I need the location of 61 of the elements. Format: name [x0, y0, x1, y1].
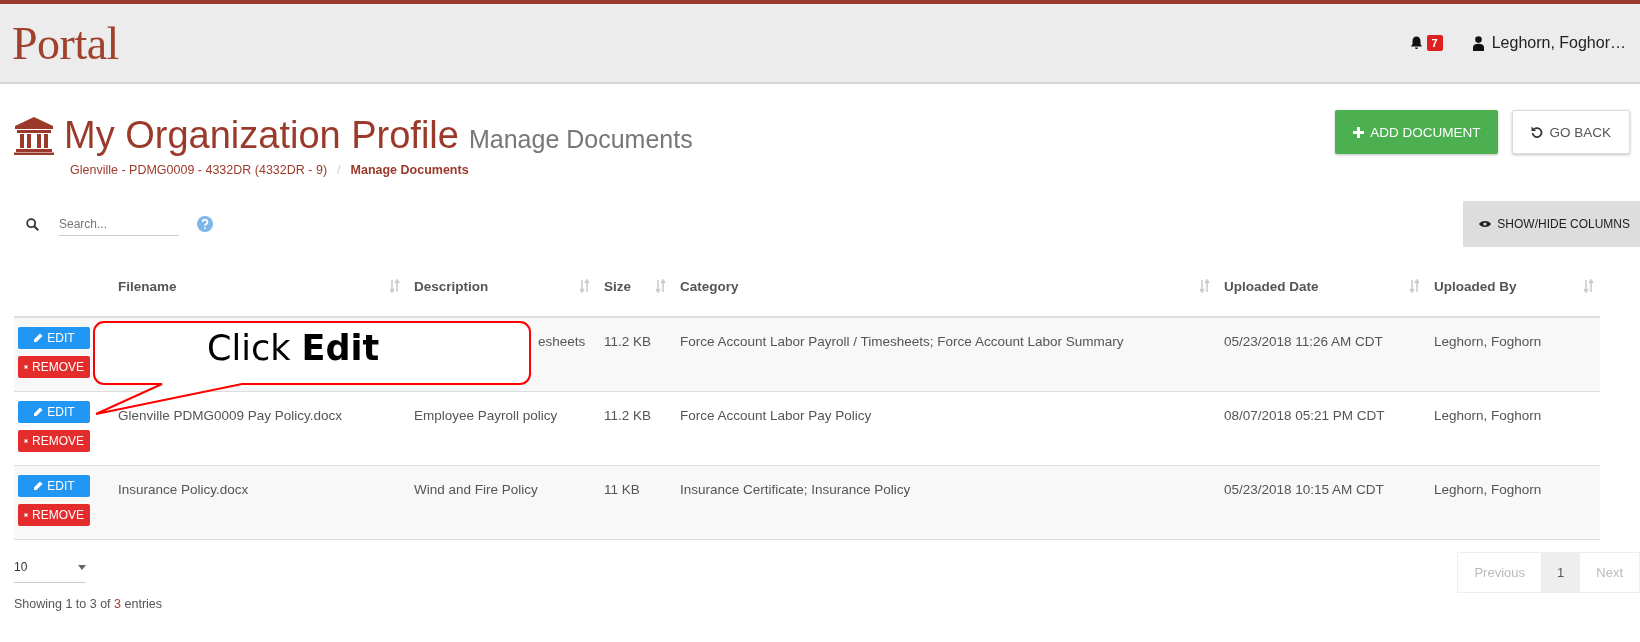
table-cell: esheets — [538, 334, 586, 349]
breadcrumb-item[interactable]: Manage Documents — [350, 163, 469, 177]
undo-icon — [1531, 126, 1544, 138]
table-cell: Force Account Labor Pay Policy — [680, 408, 872, 423]
page-button[interactable]: 1 — [1541, 553, 1581, 592]
table-cell: Leghorn, Foghorn — [1434, 408, 1542, 423]
page-subtitle: Manage Documents — [468, 125, 693, 154]
close-icon — [24, 511, 28, 519]
caret-icon — [78, 564, 86, 570]
table-cell: 05/23/2018 11:26 AM CDT — [1224, 334, 1383, 349]
column-header[interactable]: Uploaded By — [1434, 278, 1517, 294]
column-header[interactable]: Description — [414, 278, 489, 294]
column-header[interactable]: Size — [604, 278, 631, 294]
entries-info: Showing 1 to 3 of 3 entries — [14, 597, 163, 611]
breadcrumb-separator: / — [337, 163, 341, 177]
close-icon — [24, 363, 28, 371]
sort-icon[interactable] — [1410, 279, 1420, 293]
user-icon — [1472, 35, 1484, 51]
sort-icon[interactable] — [656, 279, 666, 293]
sort-icon[interactable] — [1584, 279, 1594, 293]
go-back-button[interactable]: GO BACK — [1512, 110, 1630, 154]
help-icon[interactable] — [197, 216, 213, 232]
table-cell: Leghorn, Foghorn — [1434, 482, 1542, 497]
remove-button[interactable]: REMOVE — [18, 430, 90, 452]
remove-button[interactable]: REMOVE — [18, 356, 90, 378]
sort-icon[interactable] — [1200, 279, 1210, 293]
search-icon — [26, 217, 39, 231]
table-cell: Leghorn, Foghorn — [1434, 334, 1542, 349]
table-cell: Wind and Fire Policy — [414, 482, 538, 497]
close-icon — [24, 437, 28, 445]
page-title: My Organization Profile — [64, 114, 459, 157]
table-cell: 05/23/2018 10:15 AM CDT — [1224, 482, 1384, 497]
breadcrumb-item[interactable]: Glenville - PDMG0009 - 4332DR (4332DR - 9) — [70, 163, 328, 177]
table-cell: Insurance Certificate; Insurance Policy — [680, 482, 911, 497]
eye-icon — [1479, 220, 1492, 228]
table-cell: Glenville PDMG0009 Pay Policy.docx — [118, 408, 343, 423]
pencil-icon — [33, 481, 44, 491]
remove-button[interactable]: REMOVE — [18, 504, 90, 526]
sort-icon[interactable] — [580, 279, 590, 293]
table-cell: 11 KB — [604, 482, 640, 497]
bell-icon[interactable] — [1409, 36, 1423, 50]
table-cell: 11.2 KB — [604, 334, 652, 349]
pencil-icon — [33, 333, 44, 343]
show-hide-columns-button[interactable]: SHOW/HIDE COLUMNS — [1463, 201, 1640, 247]
portal-logo[interactable]: Portal — [12, 16, 119, 70]
table-cell: 08/07/2018 05:21 PM CDT — [1224, 408, 1385, 423]
table-cell: Employee Payroll policy — [414, 408, 558, 423]
callout-text: Click Edit — [207, 328, 380, 368]
table-cell: 11.2 KB — [604, 408, 652, 423]
user-name[interactable]: Leghorn, Foghor… — [1491, 34, 1626, 52]
column-header[interactable]: Uploaded Date — [1224, 278, 1319, 294]
table-cell: Force Account Labor Payroll / Timesheets; Force Account Labor Summary — [680, 334, 1124, 349]
notification-count[interactable]: 7 — [1426, 35, 1443, 51]
sort-icon[interactable] — [390, 279, 400, 293]
column-header[interactable]: Category — [680, 278, 739, 294]
table-cell: Insurance Policy.docx — [118, 482, 249, 497]
pencil-icon — [33, 407, 44, 417]
plus-icon — [1353, 126, 1365, 138]
column-header[interactable]: Filename — [118, 278, 177, 294]
bank-icon — [14, 116, 54, 155]
page-length-select[interactable]: 10 — [14, 554, 86, 583]
